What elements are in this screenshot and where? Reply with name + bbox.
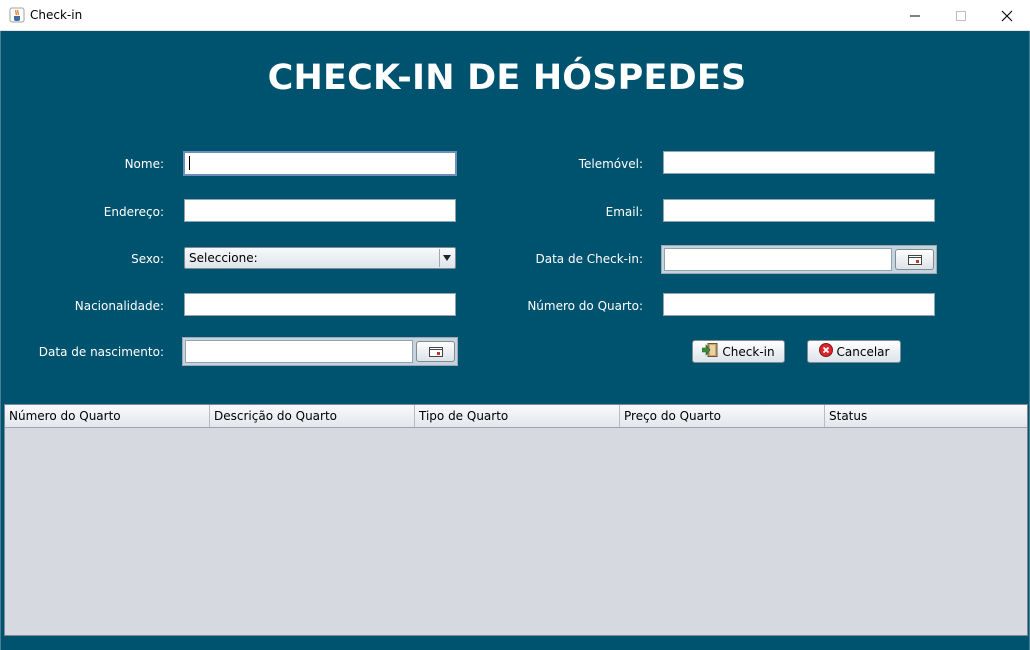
column-header-descricao-quarto[interactable]: Descrição do Quarto bbox=[210, 405, 415, 427]
page-title: CHECK-IN DE HÓSPEDES bbox=[267, 58, 747, 98]
calendar-icon bbox=[907, 250, 922, 269]
column-header-preco-quarto[interactable]: Preço do Quarto bbox=[620, 405, 825, 427]
sexo-selected-value: Seleccione: bbox=[189, 251, 258, 265]
quartos-table[interactable]: Número do Quarto Descrição do Quarto Tip… bbox=[4, 404, 1028, 636]
calendar-icon bbox=[428, 342, 443, 361]
minimize-button[interactable] bbox=[892, 0, 938, 31]
nome-label: Nome: bbox=[124, 157, 164, 171]
maximize-icon bbox=[955, 10, 967, 22]
column-header-numero-quarto[interactable]: Número do Quarto bbox=[5, 405, 210, 427]
email-label: Email: bbox=[605, 205, 643, 219]
sexo-select[interactable]: Seleccione: bbox=[184, 247, 456, 269]
data-nascimento-label: Data de nascimento: bbox=[38, 345, 164, 359]
data-nascimento-field[interactable] bbox=[185, 340, 413, 363]
window-title: Check-in bbox=[30, 8, 83, 22]
close-icon bbox=[1001, 10, 1013, 22]
cancelar-button[interactable]: Cancelar bbox=[807, 340, 901, 363]
chevron-down-icon[interactable] bbox=[439, 249, 454, 267]
checkin-button[interactable]: Check-in bbox=[692, 340, 785, 363]
table-header: Número do Quarto Descrição do Quarto Tip… bbox=[5, 405, 1027, 428]
window-border-left bbox=[0, 31, 1, 650]
column-header-tipo-quarto[interactable]: Tipo de Quarto bbox=[415, 405, 620, 427]
nacionalidade-label: Nacionalidade: bbox=[74, 299, 164, 313]
checkin-button-label: Check-in bbox=[722, 344, 775, 359]
data-nascimento-picker bbox=[182, 337, 458, 366]
cancelar-button-label: Cancelar bbox=[836, 344, 890, 359]
data-checkin-label: Data de Check-in: bbox=[535, 252, 643, 266]
java-cup-icon bbox=[9, 7, 25, 23]
numero-quarto-field[interactable] bbox=[663, 293, 935, 316]
email-field[interactable] bbox=[663, 199, 935, 222]
close-button[interactable] bbox=[984, 0, 1030, 31]
numero-quarto-label: Número do Quarto: bbox=[527, 299, 643, 313]
endereco-field[interactable] bbox=[184, 199, 456, 222]
data-nascimento-calendar-button[interactable] bbox=[416, 341, 455, 362]
endereco-label: Endereço: bbox=[103, 205, 164, 219]
nome-field[interactable] bbox=[183, 151, 457, 176]
telemovel-label: Telemóvel: bbox=[578, 157, 643, 171]
data-checkin-calendar-button[interactable] bbox=[895, 249, 934, 270]
minimize-icon bbox=[909, 10, 921, 22]
window-titlebar: Check-in bbox=[0, 0, 1030, 31]
text-caret bbox=[189, 156, 190, 170]
telemovel-field[interactable] bbox=[663, 151, 935, 174]
nacionalidade-field[interactable] bbox=[184, 293, 456, 316]
door-enter-icon bbox=[702, 343, 718, 360]
maximize-button[interactable] bbox=[938, 0, 984, 31]
data-checkin-field[interactable] bbox=[664, 248, 892, 271]
cancel-icon bbox=[818, 343, 833, 360]
data-checkin-picker bbox=[661, 245, 937, 274]
sexo-label: Sexo: bbox=[131, 252, 164, 266]
column-header-status[interactable]: Status bbox=[825, 405, 1027, 427]
